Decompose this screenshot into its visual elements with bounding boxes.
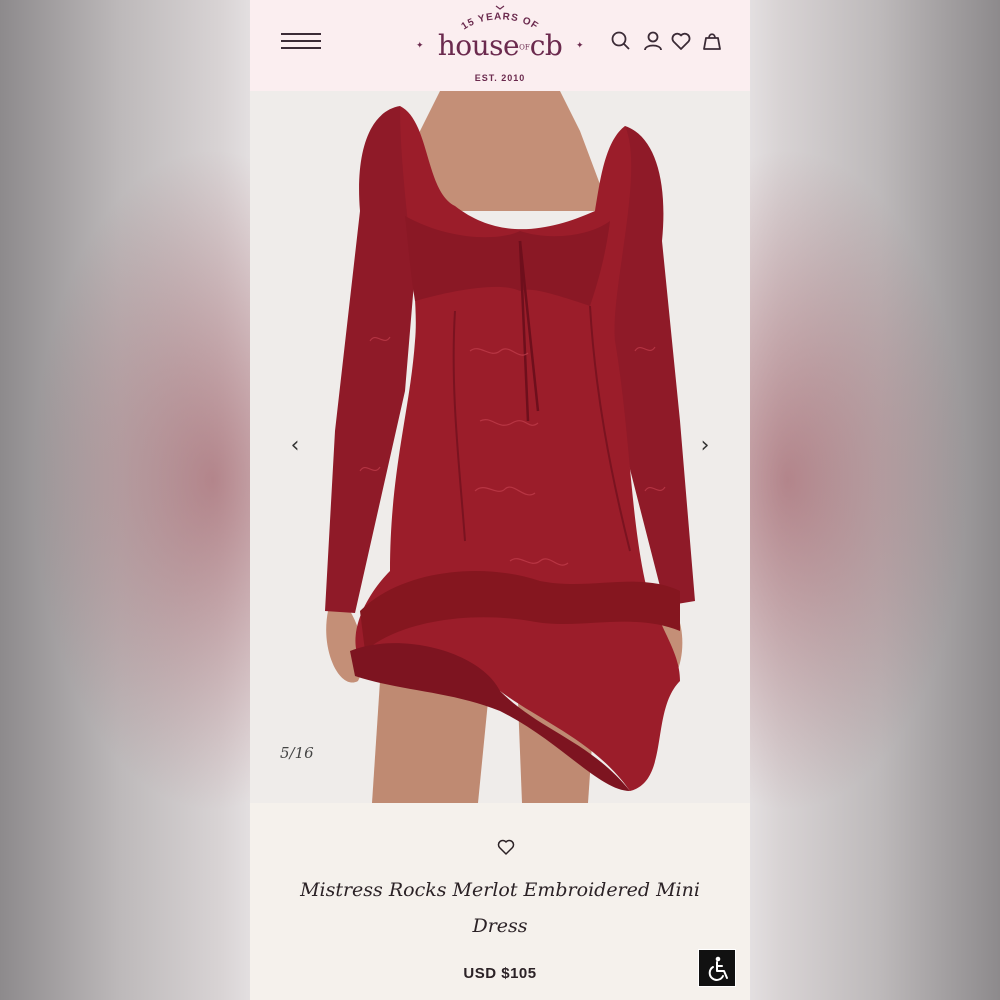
heart-icon [671, 32, 691, 50]
hamburger-menu-button[interactable] [281, 33, 323, 51]
background-right [750, 0, 1000, 1000]
site-header: 15 YEARS OF ✦ ✦ houseOFcb EST. 2010 [250, 0, 750, 91]
product-image-gallery[interactable]: ‹ › 5/16 [250, 91, 750, 803]
hamburger-icon [281, 33, 321, 35]
previous-image-button[interactable]: ‹ [280, 431, 310, 461]
account-button[interactable] [642, 30, 664, 52]
product-price: USD $105 [463, 965, 537, 982]
product-title: Mistress Rocks Merlot Embroidered Mini D… [300, 879, 700, 937]
next-image-button[interactable]: › [690, 431, 720, 461]
logo-established: EST. 2010 [474, 73, 526, 83]
hamburger-line [281, 47, 321, 49]
brand-logo[interactable]: 15 YEARS OF ✦ ✦ houseOFcb EST. 2010 [410, 2, 590, 88]
product-photo [250, 91, 750, 803]
logo-wordmark: houseOFcb [410, 32, 590, 62]
bag-icon [703, 33, 721, 50]
accessibility-button[interactable] [698, 949, 736, 987]
heart-outline-icon [497, 839, 515, 855]
search-button[interactable] [610, 30, 632, 52]
wishlist-button[interactable] [670, 30, 692, 52]
logo-word-cb: cb [529, 29, 563, 62]
add-to-wishlist-button[interactable] [496, 837, 516, 857]
logo-word-house: house [437, 29, 520, 62]
cart-button[interactable] [701, 30, 723, 52]
wheelchair-icon [708, 956, 728, 981]
background-left [0, 0, 250, 1000]
search-icon [611, 31, 630, 50]
mobile-page: 15 YEARS OF ✦ ✦ houseOFcb EST. 2010 ‹ › … [250, 0, 750, 1000]
image-counter: 5/16 [280, 744, 314, 762]
hamburger-line [281, 40, 321, 42]
logo-word-of: OF [519, 43, 530, 52]
account-icon [644, 31, 662, 51]
